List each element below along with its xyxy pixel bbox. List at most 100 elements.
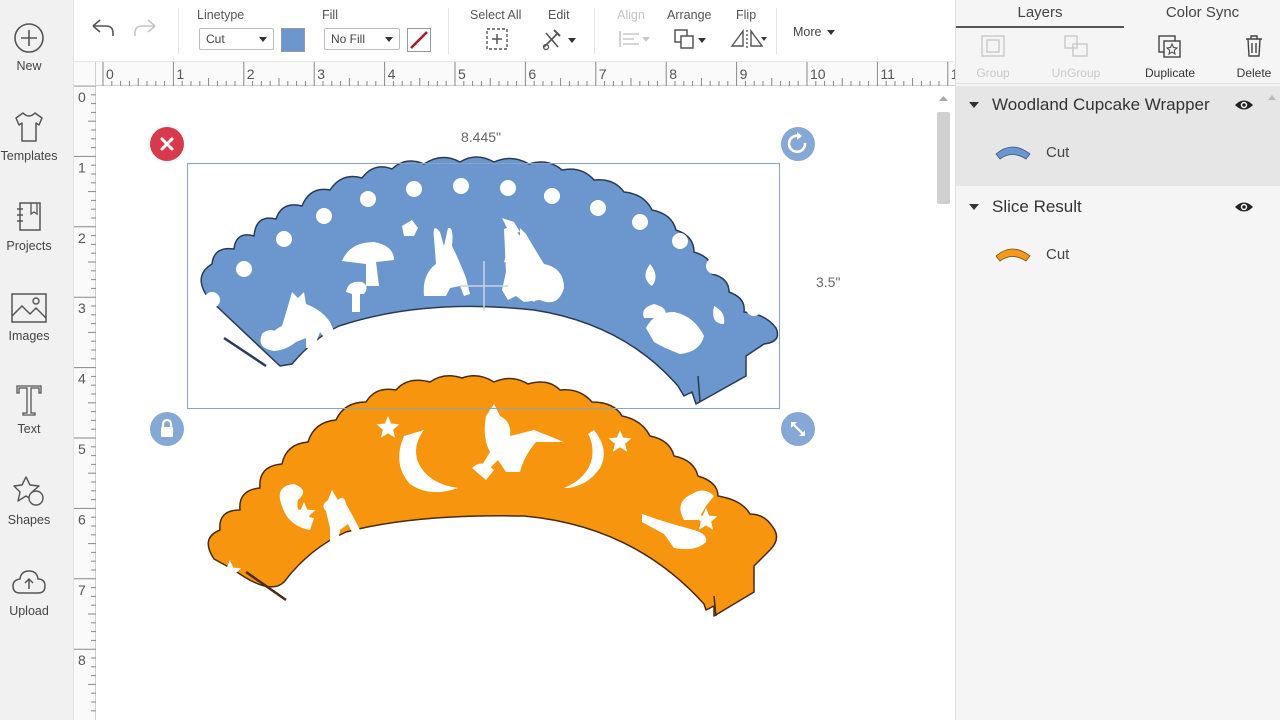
group-icon	[981, 35, 1005, 57]
sidebar-item-label: Images	[8, 329, 50, 343]
left-sidebar: New Templates Projects Images Text Shape…	[0, 0, 74, 720]
ruler-corner	[74, 62, 96, 86]
sidebar-item-label: Upload	[9, 604, 49, 618]
select-all-label: Select All	[470, 8, 522, 22]
more-label: More	[793, 25, 822, 39]
layer-item-label: Cut	[1046, 246, 1070, 263]
linetype-label: Linetype	[197, 8, 245, 22]
select-all-icon[interactable]	[485, 27, 509, 51]
ruler-label: 8	[669, 66, 677, 82]
chevron-down-icon	[826, 29, 835, 35]
ruler-label: 4	[388, 66, 396, 82]
delete-label: Delete	[1236, 66, 1272, 80]
undo-icon[interactable]	[90, 18, 116, 38]
layer-item-cut[interactable]: Cut	[956, 234, 1280, 278]
selection-bounding-box[interactable]	[187, 163, 780, 409]
vertical-scrollbar[interactable]	[932, 86, 955, 720]
duplicate-button[interactable]: Duplicate	[1138, 34, 1202, 80]
sidebar-item-label: Projects	[6, 239, 52, 253]
fill-select[interactable]: No Fill	[324, 28, 400, 50]
rotate-handle[interactable]	[781, 127, 815, 161]
sidebar-item-label: New	[16, 59, 42, 73]
design-space-app: New Templates Projects Images Text Shape…	[0, 0, 1280, 720]
eye-icon[interactable]	[1234, 200, 1254, 214]
ruler-label: 3	[317, 66, 325, 82]
resize-arrows-icon	[791, 422, 805, 436]
lock-handle[interactable]	[150, 412, 184, 446]
tab-color-sync[interactable]: Color Sync	[1124, 0, 1280, 28]
align-icon[interactable]	[617, 28, 651, 50]
layer-item-cut[interactable]: Cut	[956, 132, 1280, 176]
ungroup-icon	[1064, 35, 1088, 57]
more-menu-button[interactable]: More	[793, 23, 836, 41]
sidebar-item-projects[interactable]: Projects	[0, 200, 58, 253]
arrange-label: Arrange	[667, 8, 712, 22]
linetype-value: Cut	[206, 32, 225, 46]
edit-tools-icon[interactable]	[540, 27, 578, 51]
layer-header[interactable]: Slice Result	[956, 188, 1280, 226]
tab-label: Color Sync	[1165, 4, 1240, 21]
slice-result-wrapper[interactable]	[207, 375, 788, 617]
sidebar-item-text[interactable]: Text	[0, 383, 58, 436]
sidebar-item-label: Text	[17, 422, 41, 436]
ungroup-label: UnGroup	[1051, 66, 1101, 80]
tab-label: Layers	[1017, 4, 1063, 21]
align-label: Align	[617, 8, 645, 22]
group-button[interactable]: Group	[972, 34, 1014, 80]
ruler-label: 6	[528, 66, 536, 82]
sidebar-item-images[interactable]: Images	[0, 292, 58, 343]
layer-item-label: Cut	[1046, 144, 1070, 161]
wrapper-thumbnail-icon	[995, 146, 1031, 160]
shapes-icon	[13, 476, 44, 506]
scrollbar-thumb[interactable]	[937, 112, 950, 204]
ruler-label: 5	[458, 66, 466, 82]
layer-header[interactable]: Woodland Cupcake Wrapper	[956, 86, 1280, 124]
layer-title: Slice Result	[992, 197, 1082, 216]
fill-value: No Fill	[331, 32, 366, 46]
sidebar-item-shapes[interactable]: Shapes	[0, 474, 58, 527]
expand-triangle-icon[interactable]	[969, 102, 979, 108]
layers-panel: Layers Color Sync Group UnGroup Duplicat…	[955, 0, 1280, 720]
delete-button[interactable]: Delete	[1232, 34, 1276, 80]
duplicate-label: Duplicate	[1144, 66, 1196, 80]
layer-group-woodland[interactable]: Woodland Cupcake Wrapper Cut	[956, 86, 1280, 186]
eye-icon[interactable]	[1234, 98, 1254, 112]
ruler-label: 7	[599, 66, 607, 82]
flip-label: Flip	[736, 8, 757, 22]
tab-layers[interactable]: Layers	[956, 0, 1124, 28]
lock-icon	[161, 418, 173, 437]
duplicate-icon	[1158, 35, 1181, 58]
arrange-icon[interactable]	[672, 27, 710, 51]
layer-group-slice-result[interactable]: Slice Result Cut	[956, 188, 1280, 288]
flip-icon[interactable]	[728, 27, 768, 51]
panel-scroll-up-icon[interactable]	[1266, 92, 1278, 102]
scroll-up-arrow-icon[interactable]	[932, 92, 955, 106]
layer-title: Woodland Cupcake Wrapper	[992, 95, 1210, 114]
fill-color-swatch[interactable]	[407, 28, 431, 52]
chevron-down-icon	[385, 37, 393, 42]
sidebar-item-label: Templates	[0, 149, 58, 163]
expand-triangle-icon[interactable]	[969, 204, 979, 210]
text-icon	[16, 385, 42, 416]
delete-handle[interactable]	[150, 127, 184, 161]
toolbar-divider	[776, 8, 777, 54]
sidebar-item-label: Shapes	[7, 513, 51, 527]
sidebar-item-templates[interactable]: Templates	[0, 110, 58, 163]
resize-handle[interactable]	[781, 412, 815, 446]
ruler-label: 1	[176, 66, 184, 82]
ruler-ticks: 0123456789101112	[102, 62, 955, 86]
ruler-label: 11	[880, 66, 895, 82]
panel-tabs: Layers Color Sync	[956, 0, 1280, 28]
design-canvas[interactable]: 0123456789101112 012345678 8.445" 3.5"	[74, 62, 955, 720]
linetype-color-swatch[interactable]	[281, 28, 305, 52]
plus-circle-icon	[14, 23, 44, 53]
ruler-label: 0	[106, 66, 114, 82]
redo-icon[interactable]	[132, 18, 158, 38]
layer-tools: Group UnGroup Duplicate Delete	[956, 28, 1280, 84]
toolbar-divider	[594, 8, 595, 54]
sidebar-item-new[interactable]: New	[0, 22, 58, 73]
sidebar-item-upload[interactable]: Upload	[0, 567, 58, 618]
ungroup-button[interactable]: UnGroup	[1046, 34, 1106, 80]
toolbar-divider	[178, 8, 179, 54]
linetype-select[interactable]: Cut	[199, 28, 274, 50]
